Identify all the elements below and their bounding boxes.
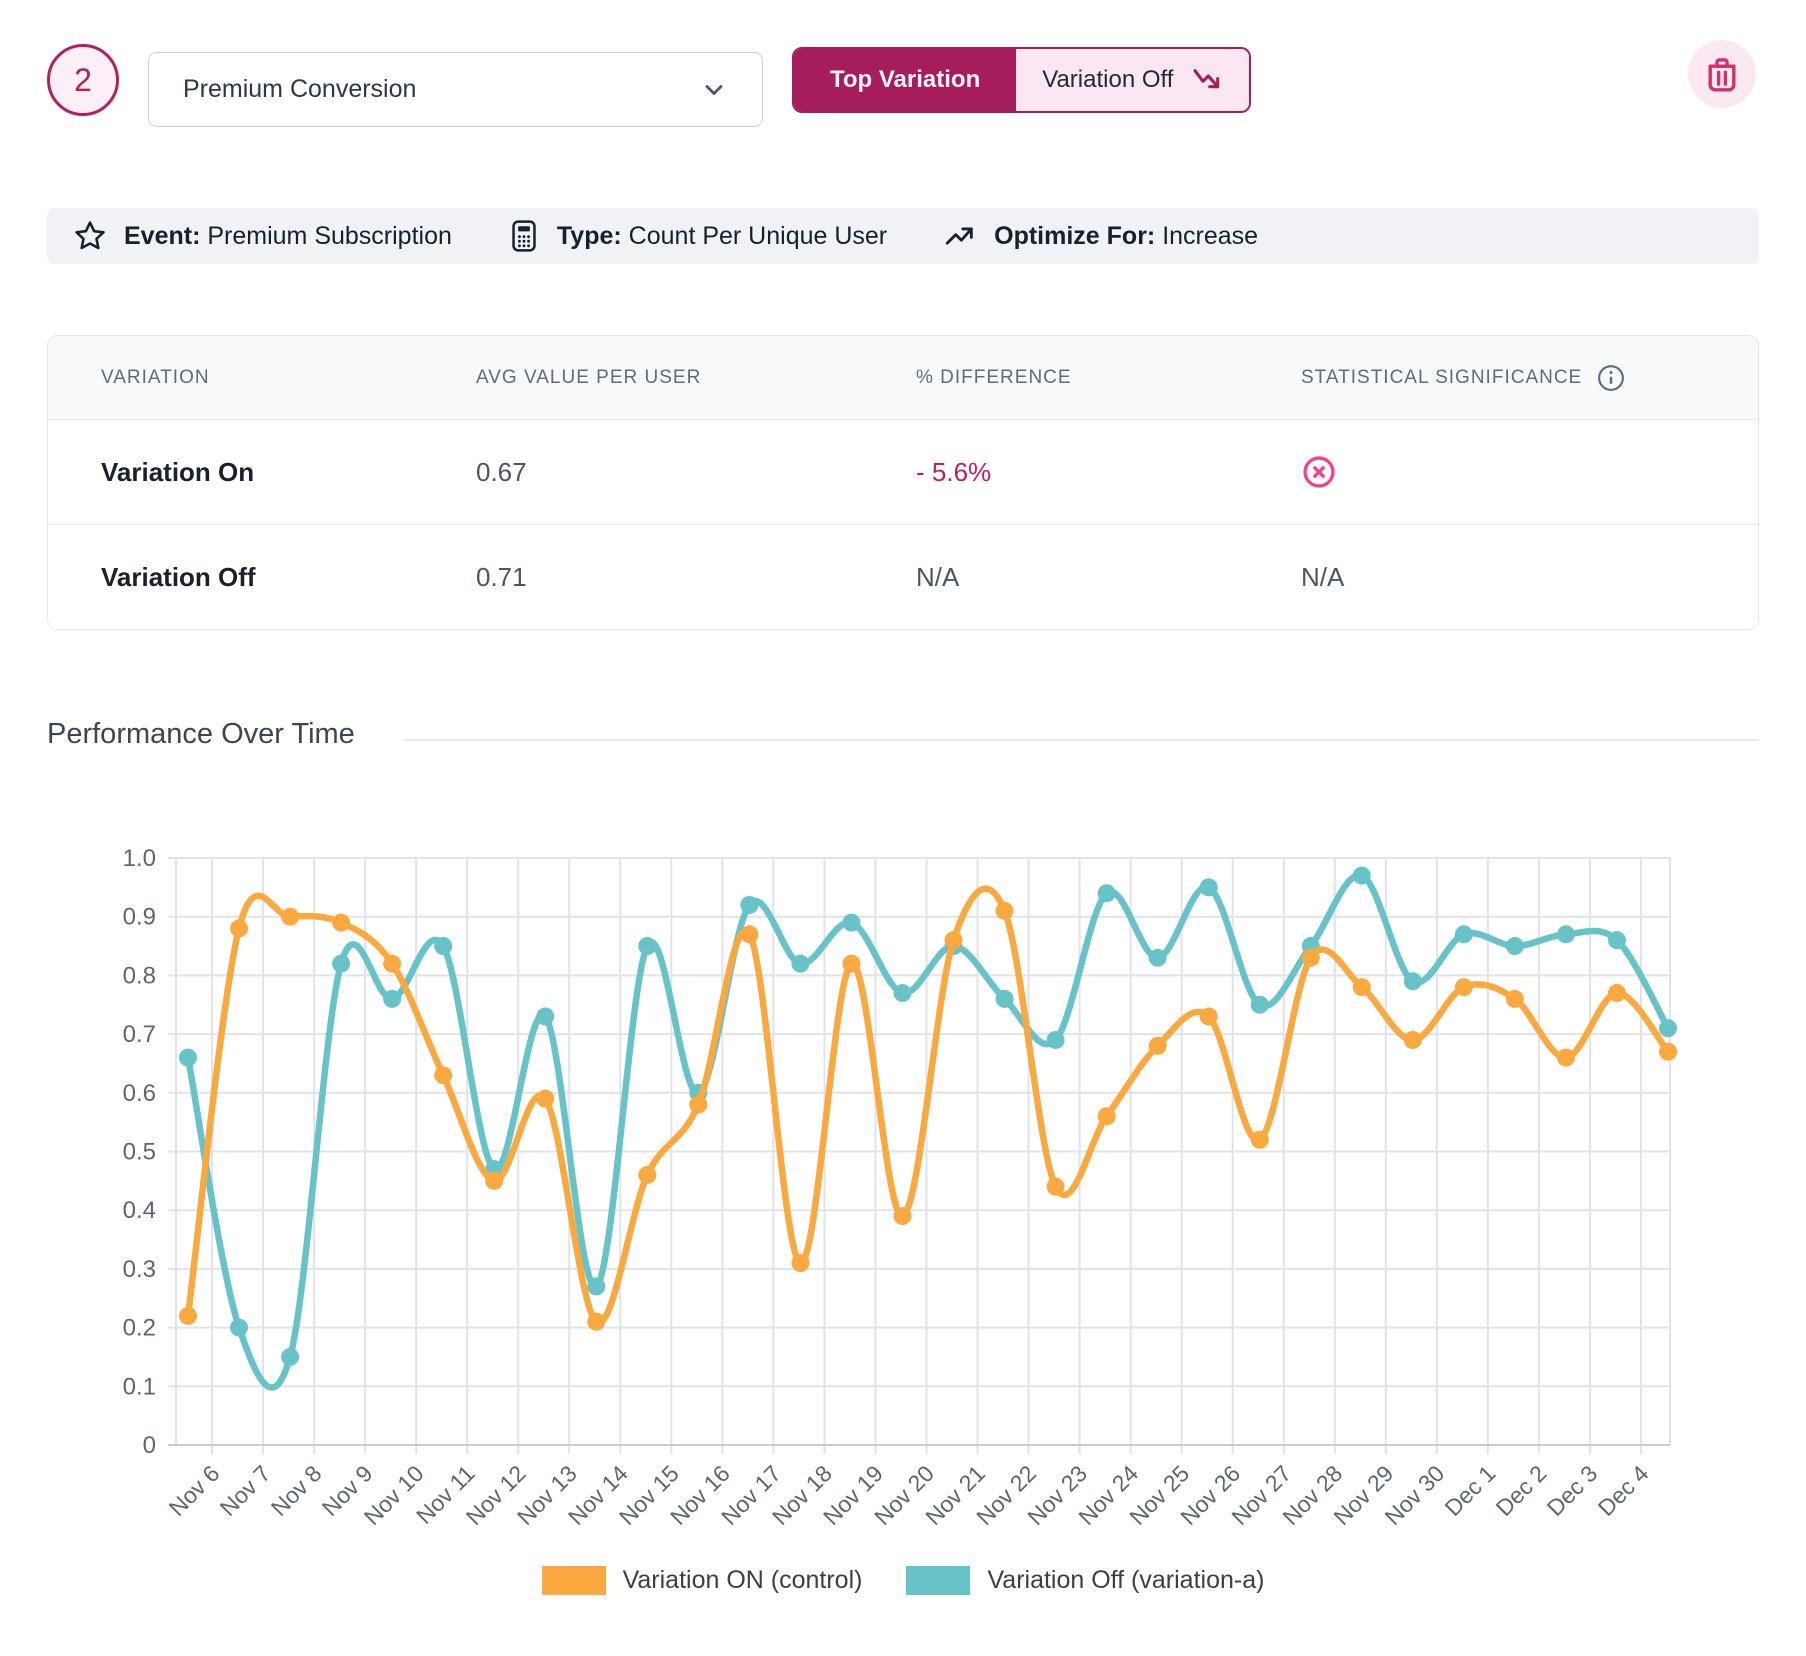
- event-label: Event:: [124, 222, 200, 250]
- event-value: Premium Subscription: [207, 222, 452, 250]
- row-difference: N/A: [863, 562, 1248, 593]
- row-significance: [1248, 454, 1758, 490]
- svg-text:Nov 6: Nov 6: [164, 1460, 225, 1521]
- svg-text:Dec 4: Dec 4: [1593, 1460, 1654, 1521]
- svg-text:0.3: 0.3: [123, 1256, 156, 1283]
- legend-item-variation-off: Variation Off (variation-a): [906, 1566, 1264, 1595]
- winner-variation-label: Variation Off: [1042, 66, 1173, 94]
- top-variation-button[interactable]: Top Variation: [794, 49, 1016, 111]
- svg-text:Dec 3: Dec 3: [1542, 1460, 1603, 1521]
- chart-legend: Variation ON (control) Variation Off (va…: [0, 1566, 1806, 1595]
- row-variation-name: Variation Off: [48, 562, 423, 593]
- row-variation-name: Variation On: [48, 457, 423, 488]
- table-row: Variation Off 0.71 N/A N/A: [48, 524, 1758, 629]
- svg-text:0.4: 0.4: [123, 1197, 156, 1224]
- performance-chart: 00.10.20.30.40.50.60.70.80.91.0Nov 6Nov …: [0, 780, 1806, 1580]
- svg-text:0.8: 0.8: [123, 962, 156, 989]
- svg-text:Dec 1: Dec 1: [1440, 1460, 1501, 1521]
- legend-swatch-orange: [542, 1566, 606, 1595]
- svg-text:Nov 7: Nov 7: [215, 1460, 276, 1521]
- trending-up-icon: [943, 219, 977, 253]
- section-divider: [405, 739, 1759, 741]
- svg-text:1.0: 1.0: [123, 845, 156, 872]
- svg-text:0.6: 0.6: [123, 1080, 156, 1107]
- optimize-label: Optimize For:: [994, 222, 1155, 250]
- row-avg-value: 0.71: [423, 562, 863, 593]
- svg-text:0.7: 0.7: [123, 1021, 156, 1048]
- row-significance: N/A: [1248, 562, 1758, 593]
- star-icon: [73, 219, 107, 253]
- table-row: Variation On 0.67 - 5.6%: [48, 419, 1758, 524]
- optimize-group: Optimize For: Increase: [943, 219, 1258, 253]
- delete-button[interactable]: [1688, 40, 1756, 108]
- winner-variation-button[interactable]: Variation Off: [1016, 49, 1249, 111]
- metric-info-bar: Event: Premium Subscription Type: Count …: [47, 208, 1759, 264]
- legend-label: Variation ON (control): [623, 1566, 863, 1595]
- event-group: Event: Premium Subscription: [73, 219, 452, 253]
- col-avg-value: Avg Value Per User: [423, 367, 863, 389]
- svg-text:0: 0: [143, 1432, 156, 1459]
- type-label: Type:: [557, 222, 622, 250]
- type-group: Type: Count Per Unique User: [508, 219, 887, 253]
- svg-text:Dec 2: Dec 2: [1491, 1460, 1552, 1521]
- variation-toggle: Top Variation Variation Off: [792, 47, 1251, 113]
- not-significant-icon: [1301, 454, 1337, 490]
- legend-swatch-teal: [906, 1566, 970, 1595]
- info-icon[interactable]: [1596, 363, 1626, 393]
- optimize-value: Increase: [1162, 222, 1258, 250]
- trash-icon: [1704, 56, 1740, 92]
- experiment-number-badge: 2: [47, 44, 119, 116]
- chevron-down-icon: [700, 76, 728, 104]
- metric-dropdown-value: Premium Conversion: [183, 75, 700, 104]
- col-variation: Variation: [48, 367, 423, 389]
- svg-text:0.2: 0.2: [123, 1315, 156, 1342]
- legend-label: Variation Off (variation-a): [987, 1566, 1264, 1595]
- section-title: Performance Over Time: [47, 718, 355, 751]
- legend-item-variation-on: Variation ON (control): [542, 1566, 863, 1595]
- trending-down-icon: [1191, 64, 1223, 96]
- col-significance: Statistical Significance: [1248, 363, 1758, 393]
- type-value: Count Per Unique User: [629, 222, 887, 250]
- svg-text:Nov 8: Nov 8: [266, 1460, 327, 1521]
- results-table: Variation Avg Value Per User % Differenc…: [47, 335, 1759, 630]
- svg-text:0.5: 0.5: [123, 1139, 156, 1166]
- svg-text:0.9: 0.9: [123, 904, 156, 931]
- row-avg-value: 0.67: [423, 457, 863, 488]
- calculator-icon: [508, 219, 540, 253]
- svg-text:0.1: 0.1: [123, 1373, 156, 1400]
- row-difference: - 5.6%: [863, 457, 1248, 488]
- table-header-row: Variation Avg Value Per User % Differenc…: [48, 336, 1758, 419]
- metric-dropdown[interactable]: Premium Conversion: [148, 52, 763, 127]
- col-difference: % Difference: [863, 367, 1248, 389]
